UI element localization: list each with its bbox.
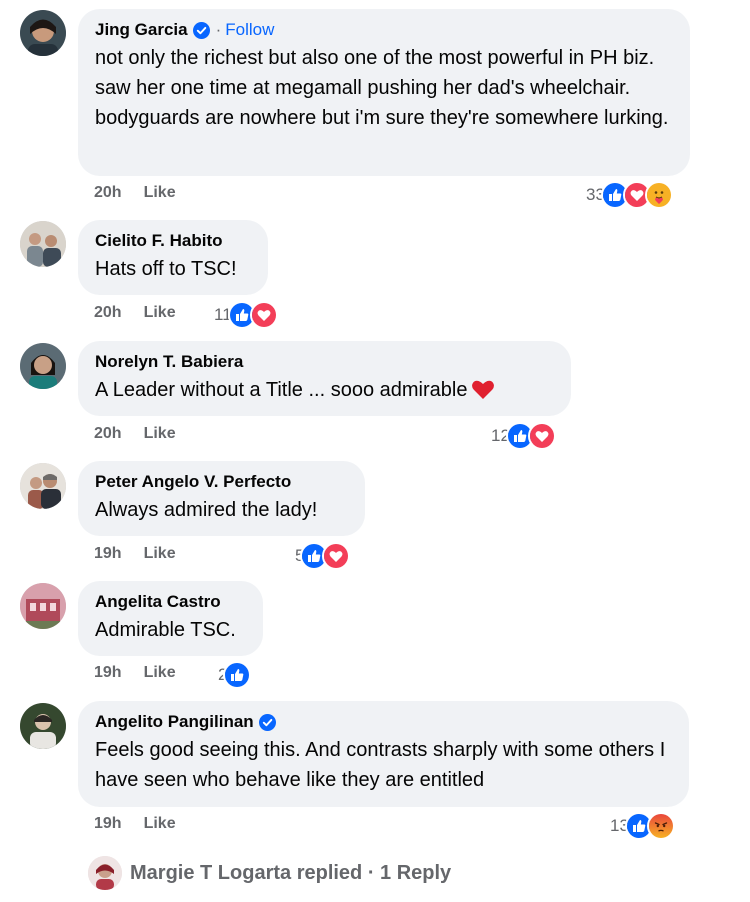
avatar[interactable] (20, 703, 66, 749)
like-button[interactable]: Like (144, 184, 176, 202)
avatar[interactable] (20, 10, 66, 56)
commenter-name[interactable]: Jing Garcia (95, 19, 188, 41)
avatar[interactable] (20, 463, 66, 509)
reaction-summary[interactable]: 12 (491, 422, 556, 450)
reaction-summary[interactable]: 13 (610, 812, 675, 840)
commenter-name[interactable]: Angelito Pangilinan (95, 711, 254, 733)
care-reaction-icon (644, 181, 673, 209)
commenter-name[interactable]: Peter Angelo V. Perfecto (95, 471, 291, 493)
follow-button[interactable]: Follow (225, 19, 274, 41)
love-reaction-icon (322, 542, 351, 570)
separator-dot: · (215, 20, 222, 39)
angry-reaction-icon (646, 812, 675, 840)
red-heart-emoji-icon (471, 378, 495, 400)
love-reaction-icon (527, 422, 556, 450)
like-button[interactable]: Like (144, 664, 176, 682)
avatar[interactable] (20, 221, 66, 267)
reply-avatar (88, 856, 122, 890)
love-reaction-icon (249, 301, 278, 329)
comment-bubble: Angelita Castro Admirable TSC. (78, 581, 263, 656)
comment-text: not only the richest but also one of the… (95, 47, 669, 129)
comment-bubble: Angelito Pangilinan Feels good seeing th… (78, 701, 689, 807)
timestamp[interactable]: 19h (94, 545, 122, 563)
like-button[interactable]: Like (144, 304, 176, 322)
timestamp[interactable]: 19h (94, 664, 122, 682)
like-button[interactable]: Like (144, 425, 176, 443)
comment-text: A Leader without a Title ... sooo admira… (95, 379, 468, 401)
avatar[interactable] (20, 583, 66, 629)
like-button[interactable]: Like (144, 545, 176, 563)
like-reaction-icon (223, 661, 252, 689)
comment-actions: 19h Like (94, 545, 176, 563)
like-button[interactable]: Like (144, 815, 176, 833)
commenter-name[interactable]: Norelyn T. Babiera (95, 351, 243, 373)
comment-text: Hats off to TSC! (95, 258, 237, 280)
avatar[interactable] (20, 343, 66, 389)
reaction-summary[interactable]: 2 (218, 661, 252, 689)
comment-text: Always admired the lady! (95, 499, 318, 521)
comment-actions: 20h Like (94, 304, 176, 322)
reply-summary-text: Margie T Logarta replied · 1 Reply (130, 861, 452, 884)
comment-actions: 19h Like (94, 664, 176, 682)
comment-bubble: Norelyn T. Babiera A Leader without a Ti… (78, 341, 571, 416)
timestamp[interactable]: 20h (94, 304, 122, 322)
comment-actions: 20h Like (94, 184, 176, 202)
reaction-summary[interactable]: 33 (586, 181, 673, 209)
comment-bubble: Cielito F. Habito Hats off to TSC! (78, 220, 268, 295)
view-replies-link[interactable]: Margie T Logarta replied · 1 Reply (88, 856, 451, 890)
comment-text: Feels good seeing this. And contrasts sh… (95, 739, 666, 791)
comment-text: Admirable TSC. (95, 619, 236, 641)
verified-badge-icon (192, 21, 210, 39)
comment-actions: 19h Like (94, 815, 176, 833)
comment-bubble: Jing Garcia · Follow not only the riches… (78, 9, 690, 176)
commenter-name[interactable]: Angelita Castro (95, 591, 221, 613)
verified-badge-icon (258, 713, 276, 731)
comment-actions: 20h Like (94, 425, 176, 443)
timestamp[interactable]: 20h (94, 184, 122, 202)
timestamp[interactable]: 19h (94, 815, 122, 833)
reaction-summary[interactable]: 11 (214, 301, 278, 329)
commenter-name[interactable]: Cielito F. Habito (95, 230, 223, 252)
reaction-summary[interactable]: 5 (295, 542, 351, 570)
comment-bubble: Peter Angelo V. Perfecto Always admired … (78, 461, 365, 536)
timestamp[interactable]: 20h (94, 425, 122, 443)
